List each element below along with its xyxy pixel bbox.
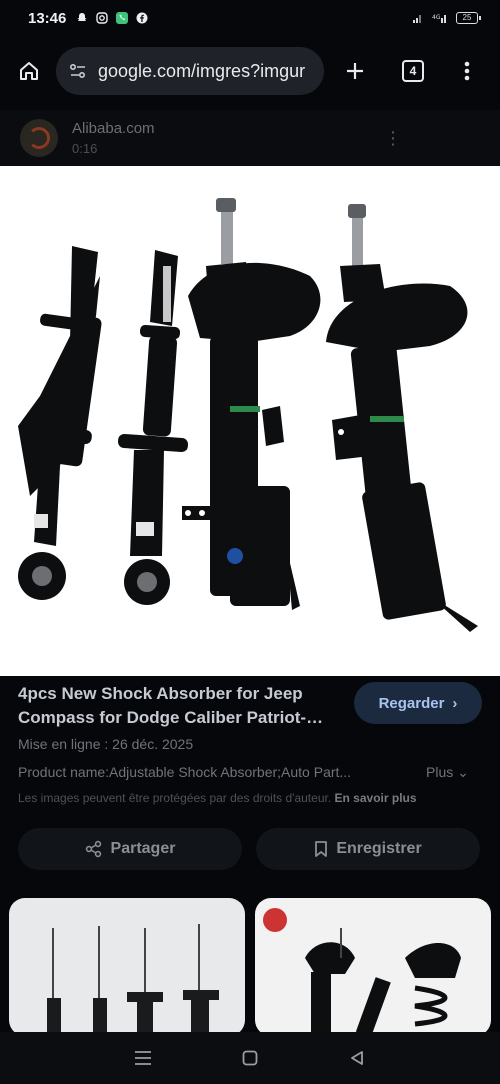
share-icon (85, 840, 101, 858)
shock-absorbers-illustration (18, 198, 478, 632)
address-bar[interactable]: google.com/imgres?imgur (56, 47, 324, 95)
facebook-icon (136, 12, 148, 24)
notification-icons (76, 12, 148, 24)
home-icon (20, 62, 38, 80)
posted-date: Mise en ligne : 26 déc. 2025 (18, 736, 194, 752)
tab-count: 4 (402, 60, 424, 82)
svg-text:4G: 4G (432, 14, 441, 21)
data-4g-icon: 4G (432, 14, 446, 23)
home-button[interactable] (12, 54, 46, 88)
browser-toolbar: google.com/imgres?imgur 4 (0, 36, 500, 106)
image-source-header[interactable]: Alibaba.com 0:16 ⋮ (0, 110, 500, 166)
share-button[interactable]: Partager (18, 828, 242, 870)
home-nav-button[interactable] (235, 1043, 265, 1073)
status-bar: 13:46 4G 25 (0, 0, 500, 36)
snapchat-icon (77, 13, 87, 21)
result-title[interactable]: 4pcs New Shock Absorber for Jeep Compass… (18, 682, 348, 730)
phone-icon (116, 12, 129, 24)
more-vert-icon (464, 61, 470, 81)
copyright-text: Les images peuvent être protégées par de… (18, 791, 332, 805)
back-nav-button[interactable] (342, 1043, 372, 1073)
save-button[interactable]: Enregistrer (256, 828, 480, 870)
new-tab-button[interactable] (338, 54, 372, 88)
product-image[interactable] (0, 166, 500, 676)
related-image-card[interactable] (255, 898, 491, 1036)
system-nav-bar (0, 1032, 500, 1084)
battery-level: 25 (462, 13, 472, 22)
square-icon (242, 1050, 258, 1066)
signal-icon (413, 15, 421, 23)
instagram-icon (96, 12, 109, 24)
more-label: Plus (426, 764, 454, 780)
status-time: 13:46 (28, 9, 67, 27)
view-button[interactable]: Regarder › (354, 682, 482, 724)
system-icons: 4G 25 (412, 12, 481, 24)
menu-lines-icon (135, 1051, 152, 1065)
related-shocks-image (263, 908, 461, 1036)
save-label: Enregistrer (336, 840, 422, 857)
related-struts-image (47, 924, 219, 1036)
share-label: Partager (110, 840, 176, 857)
more-button[interactable]: Plus ⌄ (426, 764, 469, 781)
source-menu-icon[interactable]: ⋮ (384, 128, 402, 149)
alibaba-favicon (20, 119, 58, 157)
related-images (0, 896, 500, 1036)
related-image-card[interactable] (9, 898, 245, 1036)
video-duration: 0:16 (72, 141, 98, 156)
product-description: Product name:Adjustable Shock Absorber;A… (18, 764, 352, 780)
url-text[interactable]: google.com/imgres?imgur (98, 61, 305, 82)
site-settings-icon[interactable] (68, 61, 88, 81)
source-name: Alibaba.com (72, 120, 155, 137)
chevron-right-icon: › (452, 694, 458, 712)
copyright-notice: Les images peuvent être protégées par de… (18, 791, 417, 805)
source-meta: Alibaba.com 0:16 (72, 120, 155, 156)
browser-menu-button[interactable] (450, 54, 484, 88)
tab-switcher-button[interactable]: 4 (396, 54, 430, 88)
recent-apps-button[interactable] (128, 1043, 158, 1073)
chevron-down-icon: ⌄ (457, 764, 469, 780)
back-triangle-icon (350, 1051, 363, 1065)
view-button-label: Regarder (378, 694, 445, 712)
result-details: 4pcs New Shock Absorber for Jeep Compass… (0, 676, 500, 896)
bookmark-icon (315, 841, 328, 857)
learn-more-link[interactable]: En savoir plus (335, 791, 417, 805)
battery-icon: 25 (456, 12, 481, 24)
plus-icon (347, 63, 363, 79)
